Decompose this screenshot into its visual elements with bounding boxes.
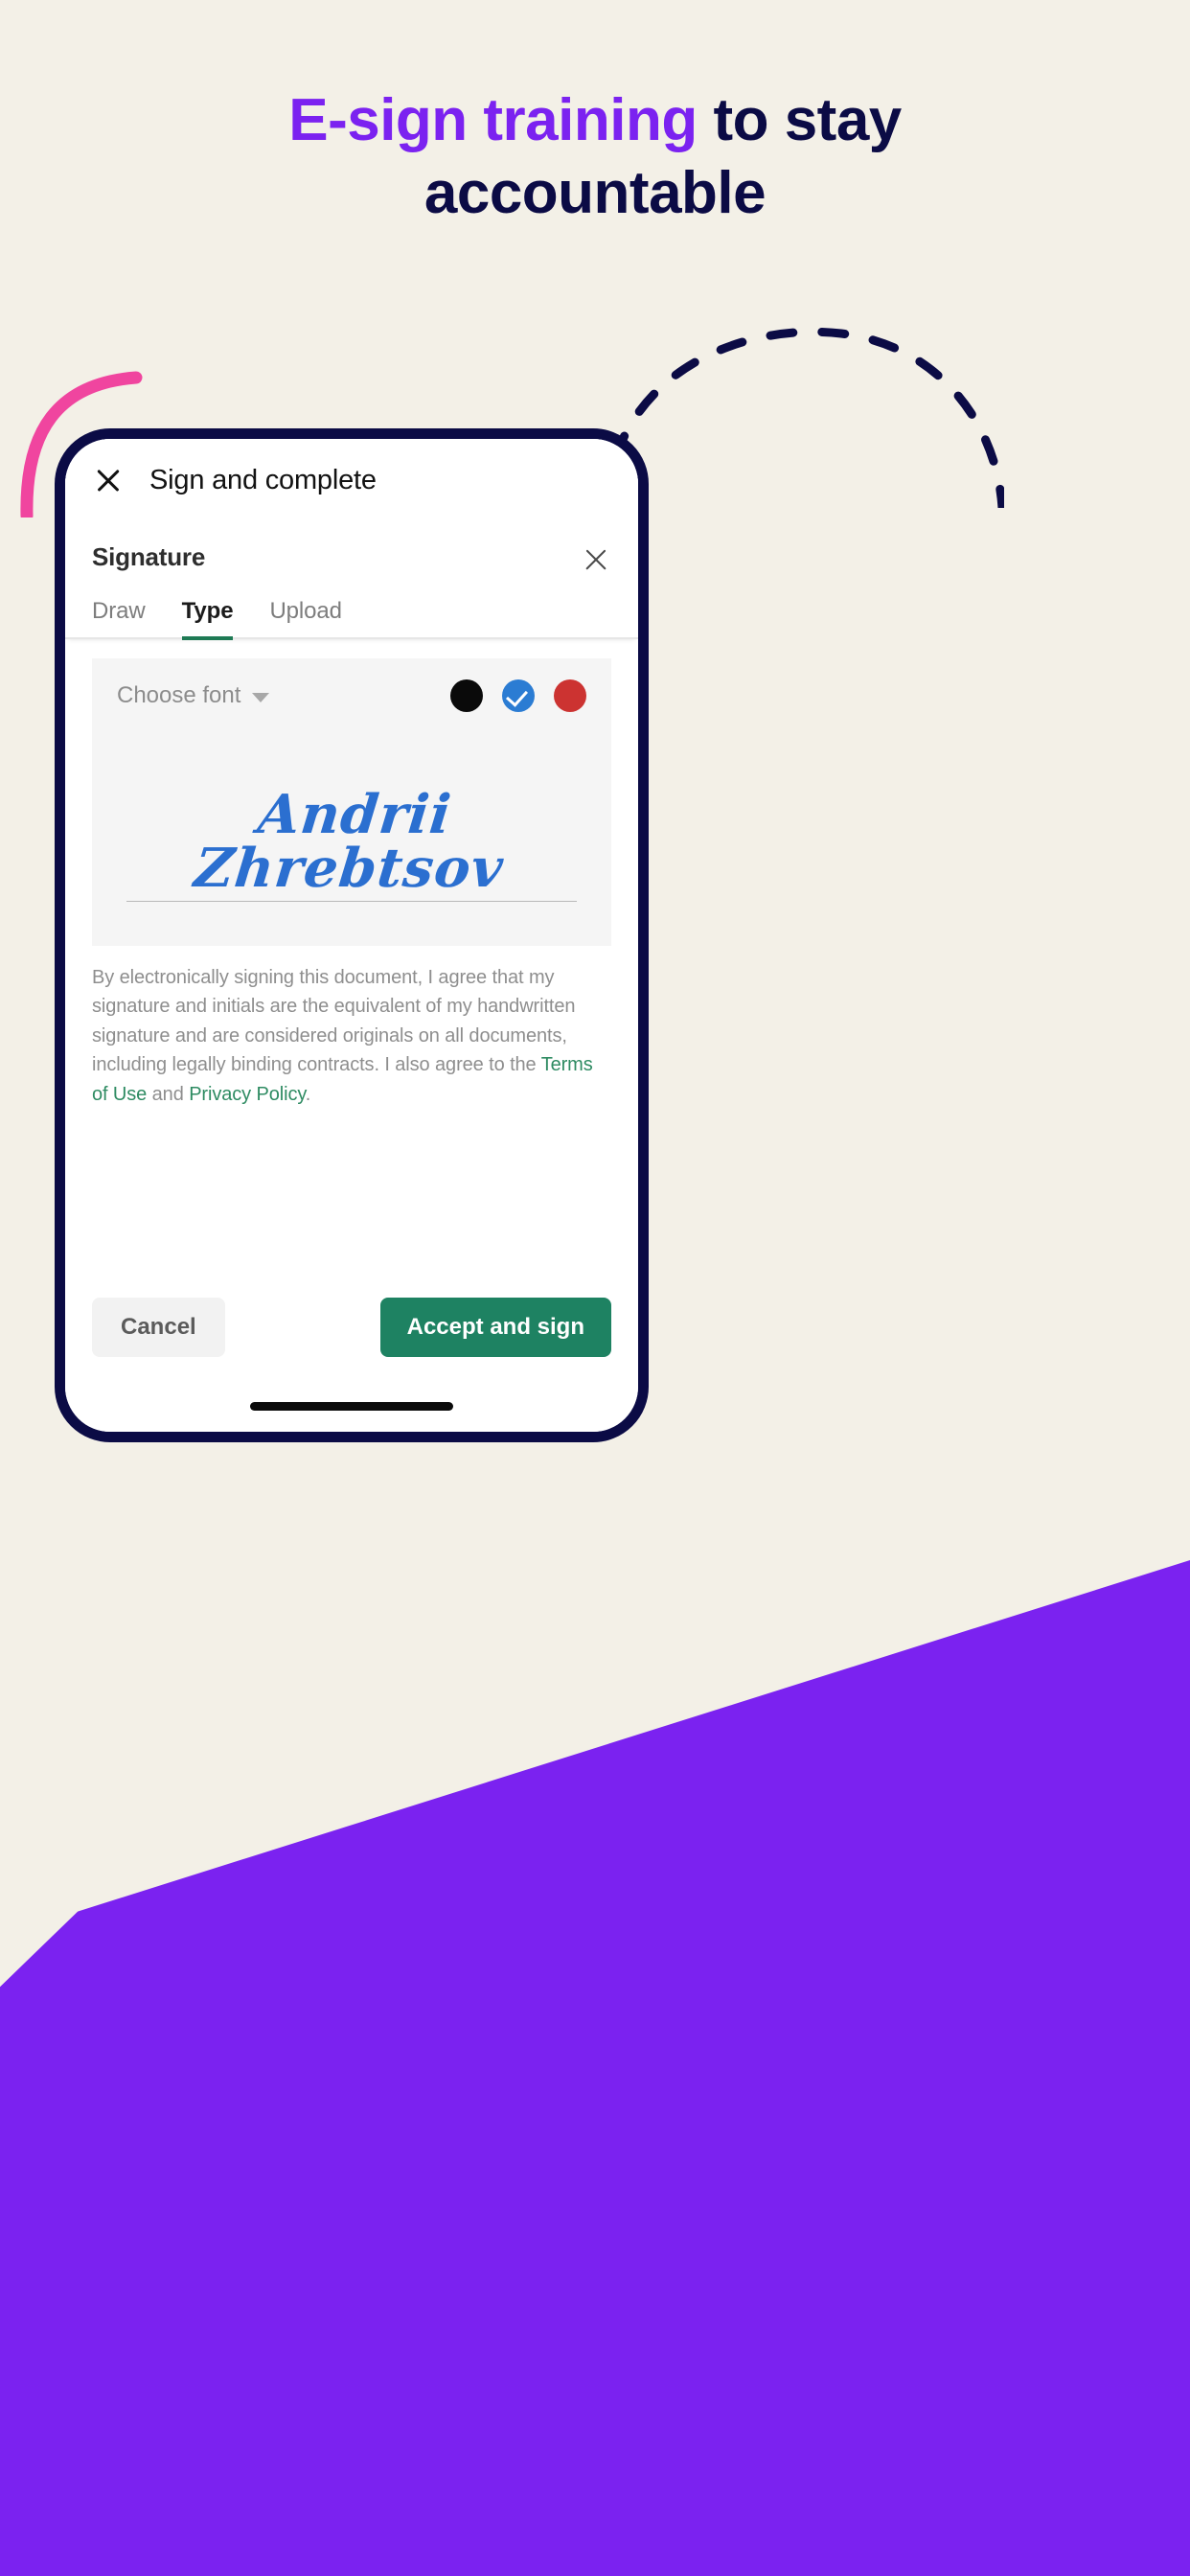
sheet-spacer: [65, 1109, 638, 1275]
cancel-button[interactable]: Cancel: [92, 1298, 225, 1357]
signature-tabs: Draw Type Upload: [65, 575, 638, 640]
headline-rest: to stay: [697, 87, 902, 153]
app-title: Sign and complete: [149, 464, 377, 495]
headline-accent: E-sign training: [288, 87, 698, 153]
sheet-footer: Cancel Accept and sign: [65, 1275, 638, 1380]
tab-type[interactable]: Type: [181, 598, 234, 640]
headline-line2: accountable: [423, 159, 767, 226]
disclaimer-end: .: [305, 1083, 311, 1105]
disclaimer-text: By electronically signing this document,…: [92, 967, 576, 1076]
signature-pad-wrapper: Choose font Andrii Zhrebtsov: [65, 639, 638, 946]
sheet-title: Signature: [92, 542, 206, 571]
color-swatch-black[interactable]: [450, 679, 483, 712]
disclaimer-mid: and: [147, 1083, 190, 1105]
signature-pad[interactable]: Choose font Andrii Zhrebtsov: [92, 658, 611, 946]
signature-sheet: Signature Draw Type Upload Choose font A…: [65, 521, 638, 1432]
color-swatch-blue[interactable]: [502, 679, 535, 712]
legal-disclaimer: By electronically signing this document,…: [65, 946, 638, 1109]
phone-mockup: Sign and complete Signature Draw Type Up…: [55, 428, 649, 1442]
color-swatch-red[interactable]: [554, 679, 586, 712]
signature-text: Andrii Zhrebtsov: [191, 782, 507, 900]
phone-frame: Sign and complete Signature Draw Type Up…: [55, 428, 649, 1442]
privacy-policy-link[interactable]: Privacy Policy: [189, 1084, 306, 1105]
signature-pad-toolbar: Choose font: [92, 658, 611, 712]
phone-screen: Sign and complete Signature Draw Type Up…: [65, 439, 638, 1432]
home-indicator[interactable]: [250, 1401, 453, 1411]
tab-upload[interactable]: Upload: [269, 598, 342, 640]
home-indicator-row: [65, 1380, 638, 1432]
page-title: E-sign training to stay accountable: [0, 84, 1190, 229]
app-topbar: Sign and complete: [65, 439, 638, 521]
tab-draw[interactable]: Draw: [92, 598, 146, 640]
signature-text-area[interactable]: Andrii Zhrebtsov: [92, 712, 611, 946]
accept-and-sign-button[interactable]: Accept and sign: [379, 1298, 611, 1357]
pink-arc-icon: [20, 371, 143, 518]
sheet-header: Signature: [65, 521, 638, 575]
choose-font-label: Choose font: [117, 682, 241, 708]
sheet-close-icon[interactable]: [581, 544, 611, 575]
color-swatches: [450, 679, 586, 712]
chevron-down-icon: [252, 692, 270, 702]
choose-font-dropdown[interactable]: Choose font: [117, 682, 270, 709]
dashed-arc-icon: [602, 327, 1004, 508]
